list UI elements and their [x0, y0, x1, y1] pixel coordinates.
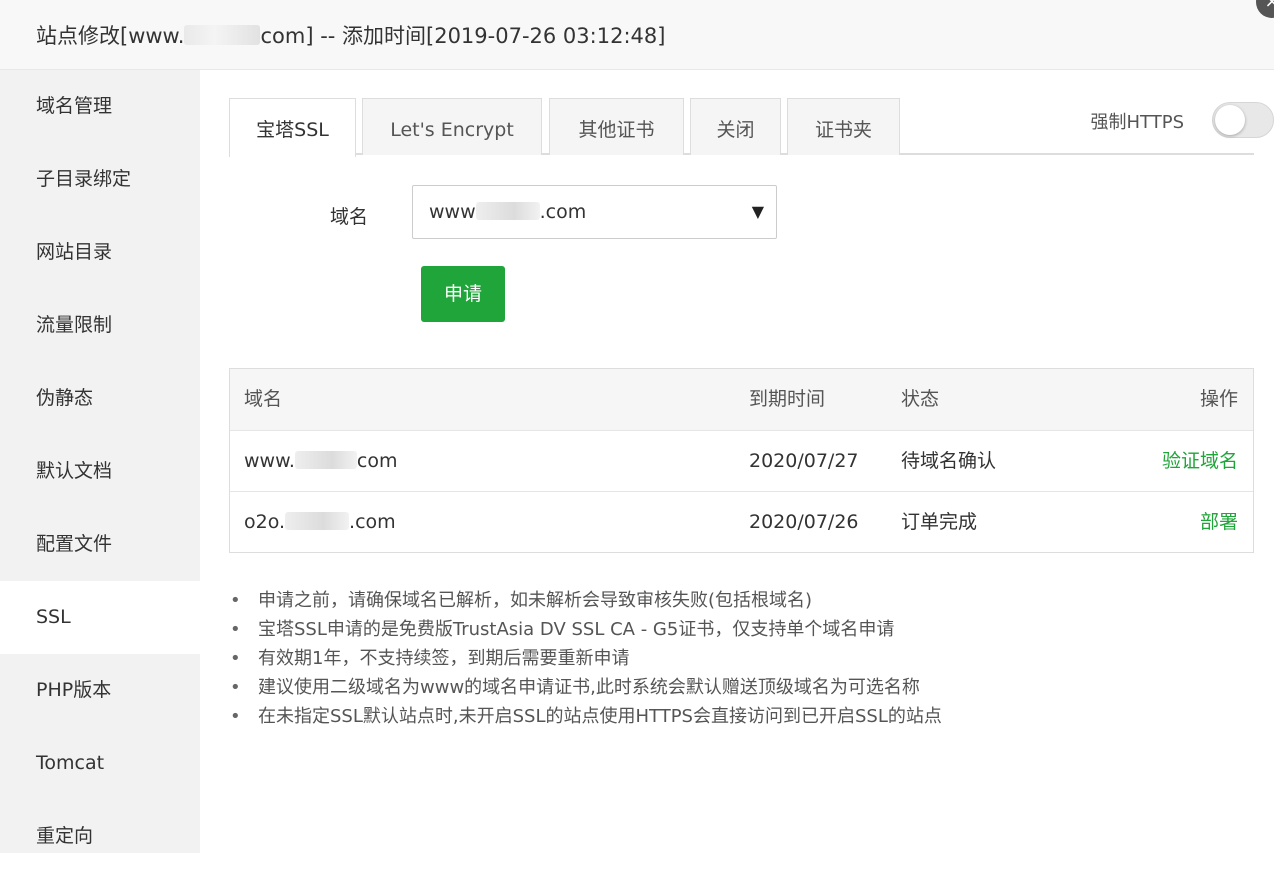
domain-suffix: .com: [349, 511, 396, 533]
chevron-down-icon: ▼: [751, 202, 764, 221]
deploy-link[interactable]: 部署: [1200, 492, 1238, 553]
tip-item: 有效期1年，不支持续签，到期后需要重新申请: [230, 644, 1230, 673]
tab-close[interactable]: 关闭: [690, 98, 781, 155]
sidebar-item-domain-management[interactable]: 域名管理: [0, 70, 200, 143]
sidebar-item-rewrite[interactable]: 伪静态: [0, 362, 200, 435]
sidebar-item-traffic-limit[interactable]: 流量限制: [0, 289, 200, 362]
row-status: 订单完成: [901, 511, 978, 533]
sidebar: 域名管理 子目录绑定 网站目录 流量限制 伪静态 默认文档 配置文件 SSL P…: [0, 70, 200, 853]
tip-item: 在未指定SSL默认站点时,未开启SSL的站点使用HTTPS会直接访问到已开启SS…: [230, 702, 1230, 731]
apply-button[interactable]: 申请: [421, 266, 505, 322]
header-status: 状态: [901, 388, 940, 410]
title-suffix: com] -- 添加时间[2019-07-26 03:12:48]: [260, 24, 666, 48]
domain-suffix: .com: [539, 201, 587, 223]
row-domain: o2o. .com: [244, 492, 396, 553]
row-domain: www. com: [244, 431, 398, 492]
header-action: 操作: [1199, 388, 1238, 410]
domain-label: 域名: [330, 206, 369, 228]
tab-lets-encrypt[interactable]: Let's Encrypt: [362, 98, 542, 155]
tip-item: 建议使用二级域名为www的域名申请证书,此时系统会默认赠送顶级域名为可选名称: [230, 673, 1230, 702]
dialog-titlebar: 站点修改[www. com] -- 添加时间[2019-07-26 03:12:4…: [0, 0, 1274, 70]
tab-certificate-folder[interactable]: 证书夹: [787, 98, 900, 155]
table-row: o2o. .com 2020/07/26 订单完成 部署: [230, 491, 1253, 552]
table-row: www. com 2020/07/27 待域名确认 验证域名: [230, 430, 1253, 491]
redacted-domain: [184, 25, 261, 45]
sidebar-item-site-directory[interactable]: 网站目录: [0, 216, 200, 289]
header-expire: 到期时间: [749, 388, 826, 410]
sidebar-item-tomcat[interactable]: Tomcat: [0, 727, 200, 800]
domain-prefix: www: [429, 201, 476, 223]
sidebar-item-ssl[interactable]: SSL: [0, 581, 200, 654]
redacted-domain: [475, 202, 540, 220]
header-domain: 域名: [244, 388, 283, 410]
sidebar-item-config-file[interactable]: 配置文件: [0, 508, 200, 581]
tab-other-certificate[interactable]: 其他证书: [549, 98, 684, 155]
title-prefix: 站点修改[www.: [36, 24, 185, 48]
sidebar-item-default-document[interactable]: 默认文档: [0, 435, 200, 508]
redacted-domain: [285, 512, 350, 530]
ssl-panel: 宝塔SSL Let's Encrypt 其他证书 关闭 证书夹 强制HTTPS …: [200, 70, 1274, 853]
force-https-label: 强制HTTPS: [1090, 112, 1185, 133]
domain-prefix: www.: [244, 450, 295, 472]
domain-prefix: o2o.: [244, 511, 286, 533]
tab-baota-ssl[interactable]: 宝塔SSL: [229, 98, 356, 157]
row-expire: 2020/07/27: [749, 450, 859, 472]
sidebar-item-php-version[interactable]: PHP版本: [0, 654, 200, 727]
tip-item: 申请之前，请确保域名已解析，如未解析会导致审核失败(包括根域名): [230, 586, 1230, 615]
tips-list: 申请之前，请确保域名已解析，如未解析会导致审核失败(包括根域名) 宝塔SSL申请…: [230, 586, 1230, 731]
redacted-domain: [294, 451, 357, 469]
domain-select[interactable]: www .com ▼: [412, 185, 777, 239]
sidebar-item-subdirectory-binding[interactable]: 子目录绑定: [0, 143, 200, 216]
domain-suffix: com: [356, 450, 398, 472]
row-expire: 2020/07/26: [749, 511, 859, 533]
dialog-title: 站点修改[www. com] -- 添加时间[2019-07-26 03:12:4…: [36, 20, 665, 50]
table-header-row: 域名 到期时间 状态 操作: [230, 369, 1253, 430]
force-https-toggle[interactable]: [1212, 102, 1274, 138]
tip-item: 宝塔SSL申请的是免费版TrustAsia DV SSL CA - G5证书，仅…: [230, 615, 1230, 644]
certificate-table: 域名 到期时间 状态 操作 www. com 2020/07/27 待域名确认 验…: [229, 368, 1254, 553]
toggle-knob: [1215, 105, 1245, 135]
row-status: 待域名确认: [901, 450, 997, 472]
sidebar-item-redirect[interactable]: 重定向: [0, 800, 200, 873]
verify-domain-link[interactable]: 验证域名: [1162, 431, 1238, 492]
